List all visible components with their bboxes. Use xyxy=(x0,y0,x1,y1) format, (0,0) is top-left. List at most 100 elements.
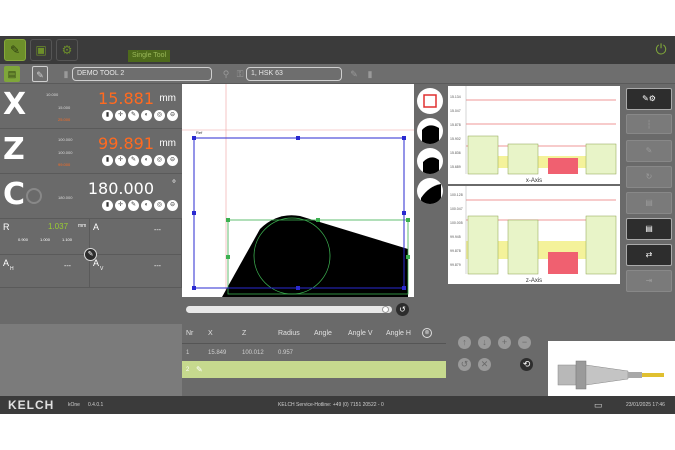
tip-view-icon[interactable] xyxy=(417,178,443,204)
probe-icon[interactable]: ◐ xyxy=(141,155,152,166)
pencil-edit-icon[interactable]: ✎ xyxy=(84,248,97,261)
zoom-slider-thumb[interactable] xyxy=(382,306,389,313)
axis-row-c: C 180.000 180.000 ° ▮ ✛ ✎ ◐ ◎ ⊖ xyxy=(0,174,182,219)
table-header: Nr X Z Radius Angle Angle V Angle H ⊗ xyxy=(182,324,446,344)
probe-icon[interactable]: ◐ xyxy=(141,200,152,211)
remove-row-icon[interactable]: − xyxy=(518,336,531,349)
pencil-icon[interactable]: ✎ xyxy=(128,110,139,121)
move-down-icon[interactable]: ↓ xyxy=(478,336,491,349)
edge-view-icon[interactable] xyxy=(417,148,443,174)
target-icon[interactable]: ◎ xyxy=(154,110,165,121)
axis-unit: mm xyxy=(159,93,176,104)
axis-row-z: Z 100.000 100.000 99.000 99.891 mm ▮ ✛ ✎… xyxy=(0,129,182,174)
delete-all-icon[interactable]: ⊗ xyxy=(422,328,432,338)
radius-min: 0.900 xyxy=(18,237,29,242)
transfer-icon[interactable]: ⇄ xyxy=(626,244,672,266)
angle-h-sub: H xyxy=(10,266,14,272)
refresh-icon[interactable]: ⟲ xyxy=(520,358,533,371)
profile-view-icon[interactable] xyxy=(417,118,443,144)
x-tick: 15.878 xyxy=(450,123,461,127)
pencil-icon[interactable]: ✎ xyxy=(196,365,203,374)
tool-preview-image xyxy=(548,341,675,404)
z-tick: 100.005 xyxy=(450,221,463,225)
camera-mode-icon[interactable]: ▣ xyxy=(30,39,52,61)
axis-unit: ° xyxy=(172,179,176,190)
tooltip: Single Tool xyxy=(128,50,171,62)
zoom-slider[interactable] xyxy=(186,306,392,313)
tool-profile-view: Ref xyxy=(182,84,414,297)
target-icon[interactable]: ◎ xyxy=(154,155,165,166)
zero-icon[interactable]: ⊖ xyxy=(167,110,178,121)
z-bar-2 xyxy=(507,219,539,275)
edit-measure-icon[interactable]: ✎ xyxy=(626,140,672,162)
pencil-icon[interactable]: ✎ xyxy=(128,155,139,166)
angle-v-value: --- xyxy=(154,263,161,270)
measurement-canvas[interactable]: Ref xyxy=(182,84,414,297)
angle-cell[interactable]: A --- xyxy=(90,219,182,255)
close-icon[interactable]: ✕ xyxy=(478,358,491,371)
table-row[interactable]: 1 15.849 100.012 0.957 xyxy=(182,344,446,361)
holder-field[interactable]: 1, HSK 63 xyxy=(246,67,342,81)
table-row[interactable]: 2 ✎ xyxy=(182,361,446,378)
print-label-icon[interactable]: ▤ xyxy=(626,192,672,214)
power-icon[interactable]: ⏻ xyxy=(653,41,669,57)
col-angle-h: Angle H xyxy=(386,330,411,337)
lock-icon[interactable]: ▮ xyxy=(102,155,113,166)
edit-tool-icon[interactable]: ✎ xyxy=(32,66,48,82)
measure-length-icon[interactable]: ┆ xyxy=(626,114,672,134)
fit-view-icon[interactable] xyxy=(417,88,443,114)
z-tick: 100.128 xyxy=(450,193,463,197)
folder-icon[interactable]: ▭ xyxy=(594,400,603,411)
measure-mode-icon[interactable]: ✎ xyxy=(4,39,26,61)
angle-h-cell[interactable]: A H --- xyxy=(0,255,90,288)
radius-value: 1.037 xyxy=(48,222,69,231)
lock-icon[interactable]: ▮ xyxy=(102,110,113,121)
angle-label: A xyxy=(93,222,100,232)
cell-nr: 1 xyxy=(186,350,190,356)
axis-tolerance-upper: 10.000 xyxy=(46,92,59,97)
holder-edit-icon[interactable]: ✎ xyxy=(346,66,362,82)
axis-letter: Z xyxy=(3,132,25,167)
undo-icon[interactable]: ↺ xyxy=(458,358,471,371)
tool-row: ▤ ✎ ▮ DEMO TOOL 2 ⚲ ⚿ 1, HSK 63 ✎ ▮ xyxy=(0,64,675,84)
target-icon[interactable]: ◎ xyxy=(154,200,165,211)
probe-icon[interactable]: ◐ xyxy=(141,110,152,121)
cell-x: 15.849 xyxy=(208,350,227,356)
radius-max: 1.100 xyxy=(62,237,73,242)
radius-cell[interactable]: R 1.037 mm 0.900 1.000 1.100 xyxy=(0,219,90,255)
reset-view-icon[interactable]: ↺ xyxy=(396,303,409,316)
z-tick: 100.047 xyxy=(450,207,463,211)
axis-value: 99.891 xyxy=(98,134,154,153)
zero-icon[interactable]: ⊖ xyxy=(167,200,178,211)
x-bar-3 xyxy=(548,158,578,174)
export-icon[interactable]: ⇥ xyxy=(626,270,672,292)
holder-lock-icon: ▮ xyxy=(367,69,373,79)
tool-name-field[interactable]: DEMO TOOL 2 xyxy=(72,67,212,81)
add-row-icon[interactable]: + xyxy=(498,336,511,349)
crosshair-icon[interactable]: ✛ xyxy=(115,110,126,121)
print-icon[interactable]: ▤ xyxy=(626,218,672,240)
lock-icon[interactable]: ▮ xyxy=(102,200,113,211)
x-tick: 15.134 xyxy=(450,95,461,99)
angle-v-cell[interactable]: A V --- xyxy=(90,255,182,288)
axis-nominal: 15.000 xyxy=(58,105,71,110)
axis-row-x: X 10.000 15.000 25.000 15.881 mm ▮ ✛ ✎ ◐… xyxy=(0,84,182,129)
settings-mode-icon[interactable]: ⚙ xyxy=(56,39,78,61)
x-bar-1 xyxy=(467,135,499,175)
tool-list-icon[interactable]: ▤ xyxy=(4,66,20,82)
pencil-icon[interactable]: ✎ xyxy=(128,200,139,211)
move-up-icon[interactable]: ↑ xyxy=(458,336,471,349)
probe-settings-icon[interactable]: ✎⚙ xyxy=(626,88,672,110)
x-axis-plot: 15.134 15.047 15.878 15.902 15.836 15.68… xyxy=(450,86,617,184)
axis-tools: ▮ ✛ ✎ ◐ ◎ ⊖ xyxy=(102,110,178,121)
status-bar: KELCH kOne 0.4.0.1 KELCH Service-Hotline… xyxy=(0,396,675,414)
z-tick: 99.878 xyxy=(450,249,461,253)
crosshair-icon[interactable]: ✛ xyxy=(115,200,126,211)
angle-h-label: A xyxy=(3,258,10,268)
cell-radius: 0.957 xyxy=(278,350,294,356)
col-nr: Nr xyxy=(186,330,194,337)
rotate-tool-icon[interactable]: ↻ xyxy=(626,166,672,188)
crosshair-icon[interactable]: ✛ xyxy=(115,155,126,166)
zero-icon[interactable]: ⊖ xyxy=(167,155,178,166)
app-version: 0.4.0.1 xyxy=(88,402,104,408)
